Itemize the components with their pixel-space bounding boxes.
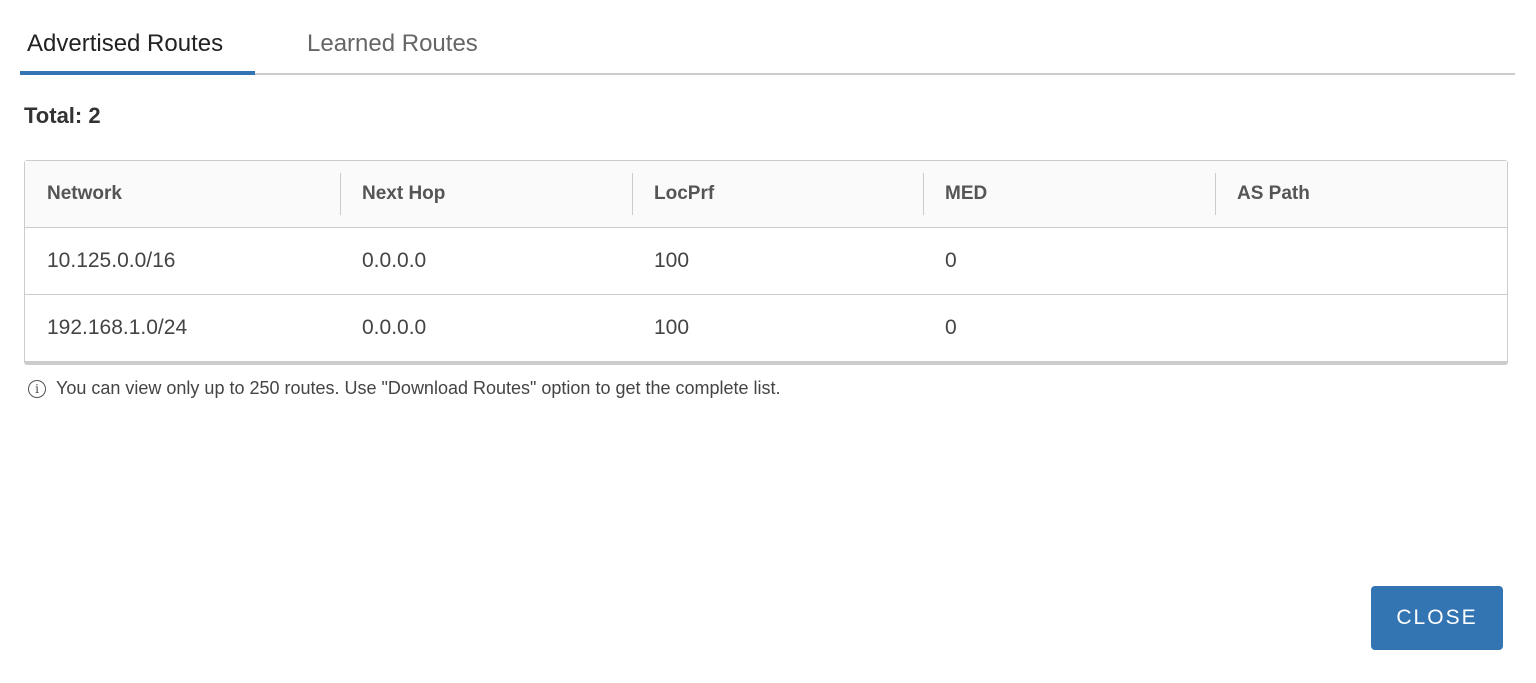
table-row: 10.125.0.0/16 0.0.0.0 100 0: [25, 228, 1507, 295]
cell-med: 0: [945, 316, 957, 339]
tab-bar: Advertised Routes Learned Routes: [20, 0, 1515, 75]
column-header-as-path: AS Path: [1215, 161, 1507, 228]
info-icon: i: [28, 379, 46, 398]
tab-advertised-routes[interactable]: Advertised Routes: [20, 30, 255, 75]
cell-as-path: [1215, 295, 1507, 361]
cell-next-hop: 0.0.0.0: [362, 316, 427, 339]
cell-locprf: 100: [654, 316, 690, 339]
column-header-locprf: LocPrf: [632, 161, 923, 228]
routes-table: Network Next Hop LocPrf MED AS Path 10.1…: [24, 160, 1508, 365]
tab-learned-routes[interactable]: Learned Routes: [307, 30, 478, 75]
info-note: i You can view only up to 250 routes. Us…: [28, 378, 781, 399]
column-header-next-hop: Next Hop: [340, 161, 632, 228]
cell-next-hop: 0.0.0.0: [340, 228, 632, 295]
table-row: 192.168.1.0/24 0.0.0.0 100 0: [25, 295, 1507, 361]
column-header-med: MED: [923, 161, 1215, 228]
info-text: You can view only up to 250 routes. Use …: [56, 378, 781, 398]
cell-network: 192.168.1.0/24: [47, 316, 188, 339]
cell-locprf: 100: [632, 228, 923, 295]
close-button[interactable]: CLOSE: [1371, 586, 1503, 650]
total-count: Total: 2: [24, 103, 101, 128]
column-header-network: Network: [25, 161, 340, 228]
cell-network: 10.125.0.0/16: [25, 228, 340, 295]
cell-med: 0: [923, 228, 1215, 295]
cell-as-path: [1215, 228, 1507, 295]
